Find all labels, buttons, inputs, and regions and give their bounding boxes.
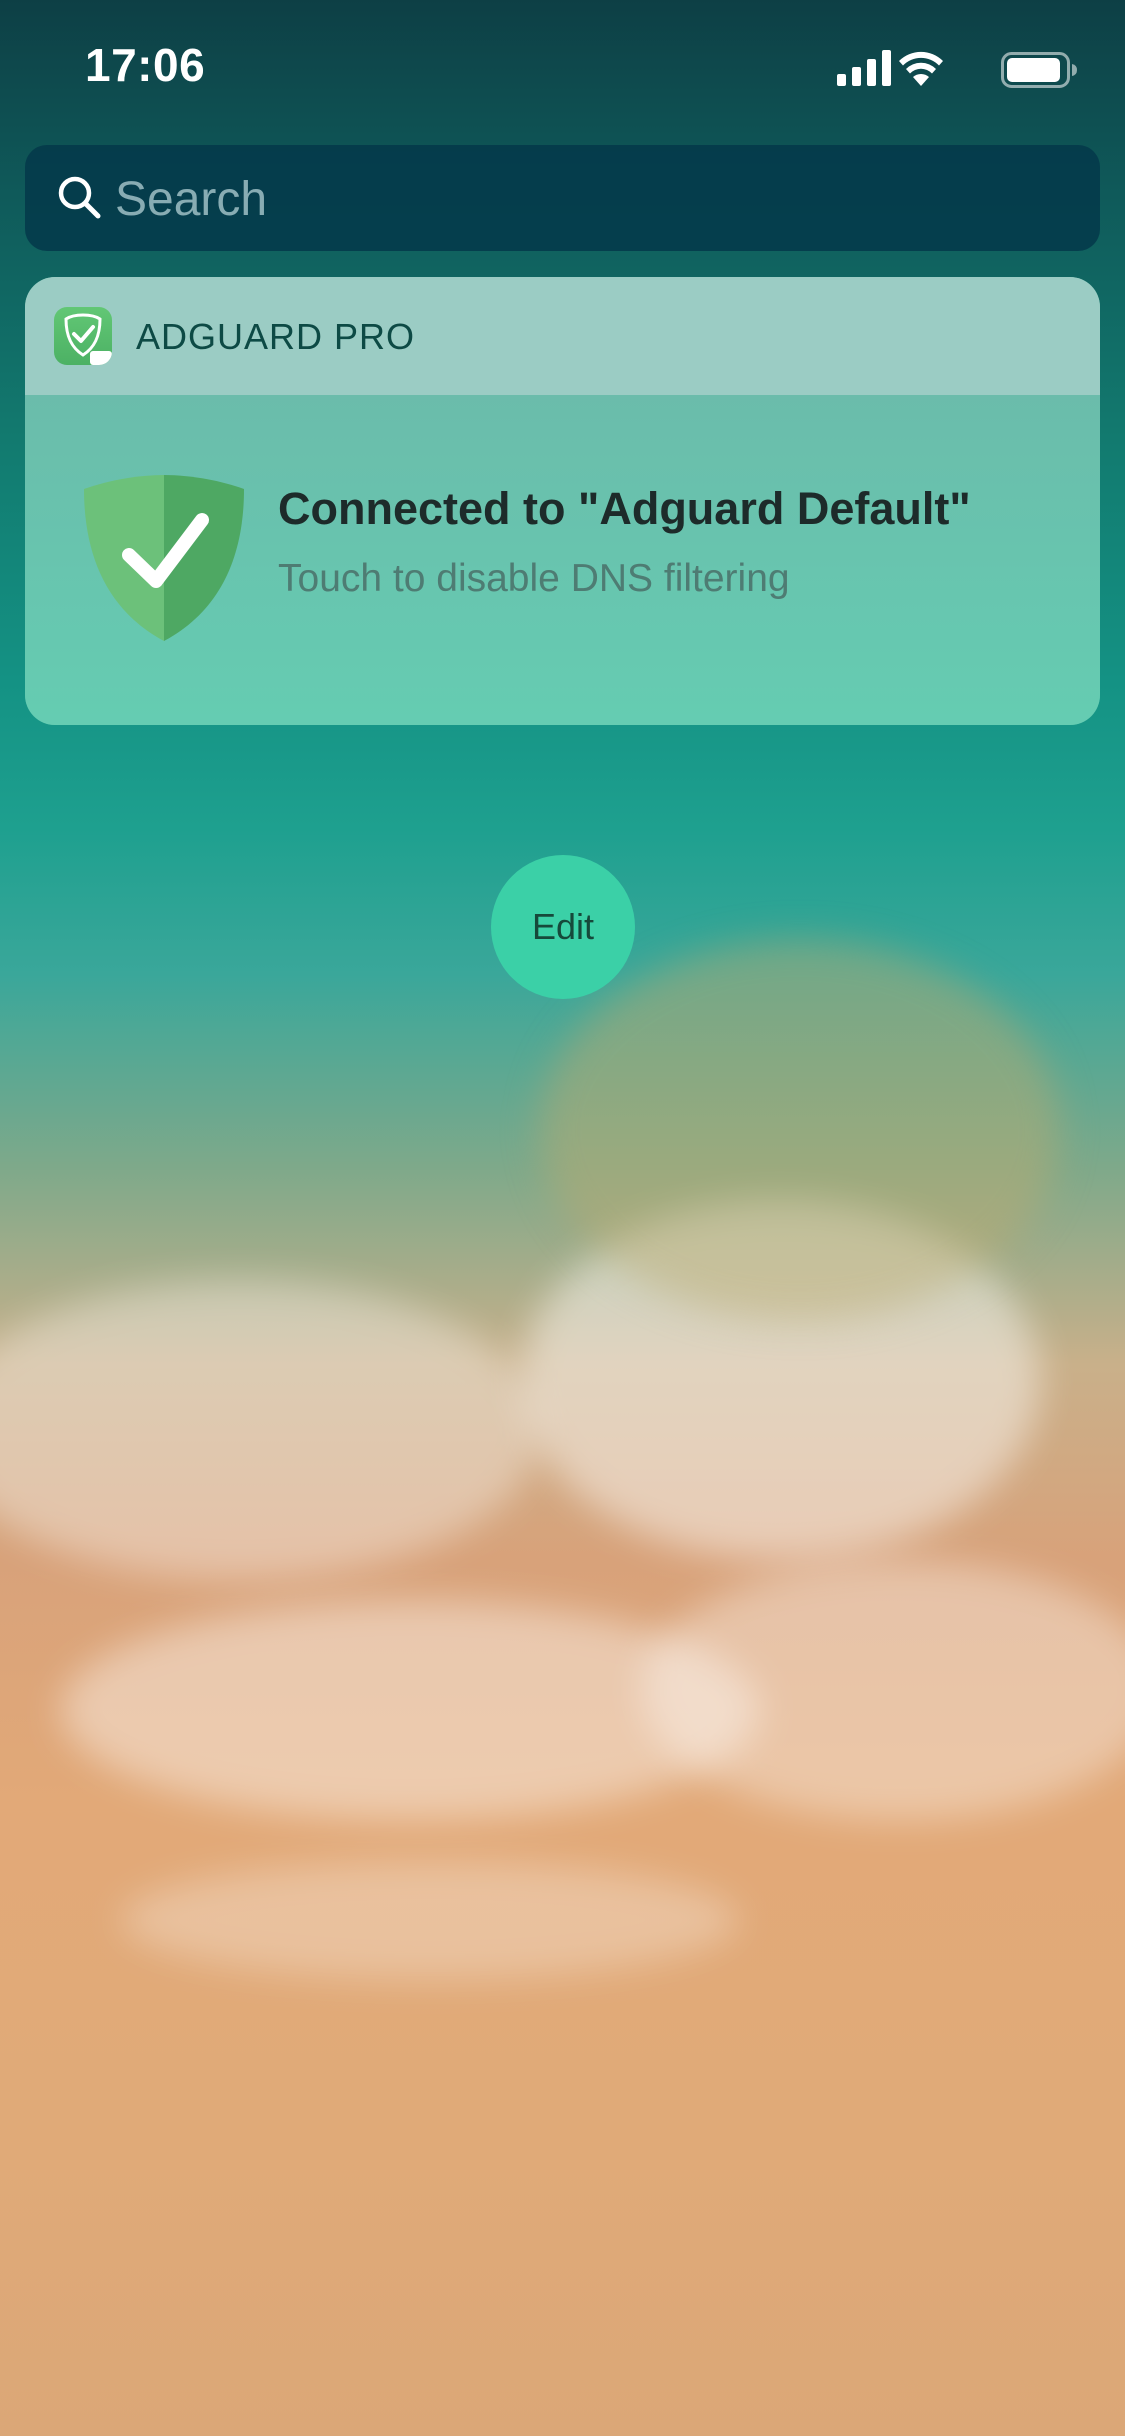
battery-icon [1001,52,1077,88]
search-bar[interactable] [25,145,1100,253]
widget-app-name: ADGUARD PRO [136,316,416,357]
wallpaper-foam [640,1560,1125,1820]
adguard-app-icon [54,307,112,365]
cellular-signal-icon [837,50,891,86]
search-icon [58,176,101,219]
connection-status-title: Connected to "Adguard Default" [278,483,971,534]
wallpaper-foam [120,1860,740,1980]
search-input[interactable] [113,145,1077,253]
wallpaper-sand-patch [540,940,1060,1320]
status-bar: 17:06 [0,0,1125,140]
dns-status-toggle[interactable]: Connected to "Adguard Default" Touch to … [25,395,1100,725]
status-time: 17:06 [85,39,206,91]
shield-check-icon [84,475,244,641]
wifi-icon [899,51,943,86]
widget-header: ADGUARD PRO [25,277,1100,395]
wallpaper-foam [0,1280,540,1580]
adguard-widget[interactable]: ADGUARD PRO Connected to "Adguard Defaul… [25,277,1100,725]
connection-status-subtitle: Touch to disable DNS filtering [278,557,790,600]
edit-button[interactable]: Edit [491,855,635,999]
